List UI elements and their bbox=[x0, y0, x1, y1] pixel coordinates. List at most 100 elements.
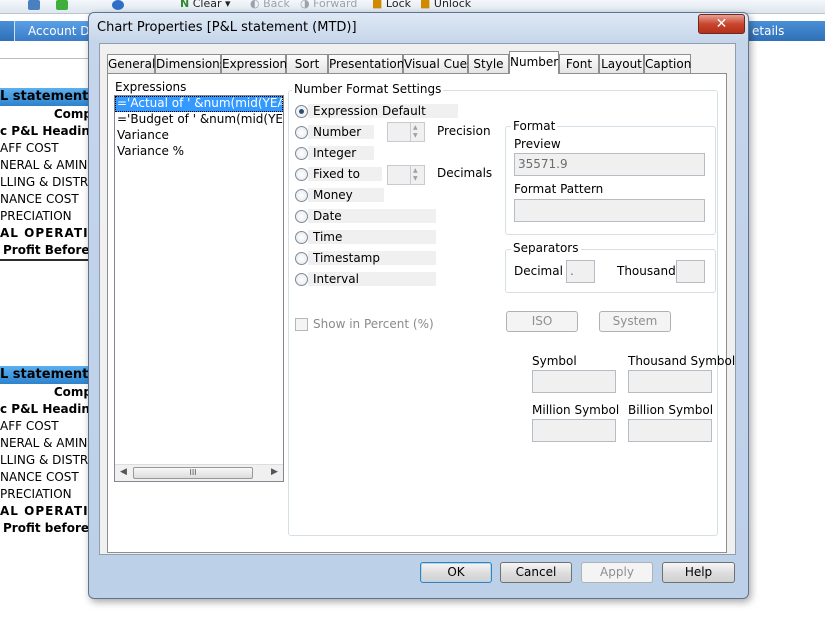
tab-layout[interactable]: Layout bbox=[599, 54, 644, 73]
million-symbol-field[interactable] bbox=[532, 419, 616, 442]
table-row: c P&L Heading bbox=[0, 402, 99, 416]
table-row: AL OPERATIN bbox=[0, 504, 100, 518]
decimal-separator-field[interactable]: . bbox=[566, 260, 595, 283]
sheet-tab-details[interactable]: etails bbox=[752, 24, 784, 38]
forward-button[interactable]: ◑ Forward bbox=[300, 0, 357, 10]
help-button[interactable]: Help bbox=[662, 562, 735, 583]
radio-label: Date bbox=[313, 209, 342, 223]
star-icon[interactable] bbox=[56, 0, 68, 10]
tab-expressions[interactable]: Expressions bbox=[221, 54, 293, 73]
tab-number[interactable]: Number bbox=[509, 51, 559, 74]
radio-button[interactable] bbox=[295, 126, 308, 139]
close-icon: ✕ bbox=[715, 16, 728, 32]
list-item[interactable]: Variance bbox=[115, 128, 283, 144]
sheet-area: L statement ( Comp c P&L Heading AFF COS… bbox=[0, 41, 100, 637]
sheet-tab-account-label: Account Do bbox=[28, 24, 97, 38]
object-border bbox=[0, 259, 100, 261]
show-in-percent-checkbox[interactable] bbox=[295, 318, 308, 331]
system-button[interactable]: System bbox=[599, 311, 671, 332]
radio-button[interactable] bbox=[295, 252, 308, 265]
radio-button[interactable] bbox=[295, 273, 308, 286]
table-row: NANCE COST bbox=[0, 192, 79, 206]
scrollbar-thumb[interactable]: III bbox=[133, 467, 253, 479]
close-button[interactable]: ✕ bbox=[698, 14, 745, 34]
unlock-button[interactable]: ■ Unlock bbox=[420, 0, 471, 10]
radio-button[interactable] bbox=[295, 210, 308, 223]
list-item[interactable]: Variance % bbox=[115, 144, 283, 160]
tab-presentation[interactable]: Presentation bbox=[328, 54, 404, 73]
pl-statement-object-bottom[interactable]: L statement ( Comp c P&L Heading AFF COS… bbox=[0, 366, 100, 537]
tab-sort[interactable]: Sort bbox=[286, 54, 328, 73]
object-title[interactable]: L statement ( bbox=[0, 366, 100, 384]
decimals-label: Decimals bbox=[437, 166, 493, 180]
lock-icon: ■ bbox=[372, 0, 383, 10]
tab-font[interactable]: Font bbox=[559, 54, 599, 73]
radio-button[interactable] bbox=[295, 147, 308, 160]
forward-icon: ◑ bbox=[300, 0, 310, 10]
format-pattern-field[interactable] bbox=[514, 199, 705, 222]
precision-label: Precision bbox=[437, 124, 491, 138]
tab-style[interactable]: Style bbox=[468, 54, 509, 73]
radio-label: Number bbox=[313, 125, 362, 139]
radio-button[interactable] bbox=[295, 231, 308, 244]
horizontal-scrollbar[interactable]: ◀ III ▶ bbox=[115, 464, 283, 481]
spinner-buttons[interactable]: ▲ ▼ bbox=[410, 166, 424, 184]
spin-down-icon[interactable]: ▼ bbox=[413, 175, 418, 183]
symbol-label: Symbol bbox=[532, 354, 577, 368]
iso-button[interactable]: ISO bbox=[506, 311, 578, 332]
decimal-separator-label: Decimal bbox=[514, 264, 563, 278]
table-row: NERAL & AMIN bbox=[0, 158, 88, 172]
number-format-caption: Number Format Settings bbox=[292, 82, 444, 96]
back-button[interactable]: ◐ Back bbox=[250, 0, 290, 10]
thousand-separator-label: Thousand bbox=[617, 264, 676, 278]
lock-button[interactable]: ■ Lock bbox=[372, 0, 411, 10]
precision-spinner[interactable]: ▲ ▼ bbox=[387, 122, 425, 142]
column-header: Comp bbox=[53, 107, 92, 121]
spin-up-icon[interactable]: ▲ bbox=[413, 124, 418, 132]
million-symbol-label: Million Symbol bbox=[532, 403, 620, 417]
decimals-spinner[interactable]: ▲ ▼ bbox=[387, 165, 425, 185]
tab-dimensions[interactable]: Dimensions bbox=[155, 54, 226, 73]
format-pattern-label: Format Pattern bbox=[514, 182, 604, 196]
radio-label: Fixed to bbox=[313, 167, 360, 181]
expressions-list[interactable]: ='Actual of ' &num(mid(YEAR_MON ='Budget… bbox=[114, 95, 284, 482]
clear-button[interactable]: N Clear ▾ bbox=[180, 0, 231, 10]
list-item[interactable]: ='Actual of ' &num(mid(YEAR_MON bbox=[115, 96, 283, 112]
list-item[interactable]: ='Budget of ' &num(mid(YEAR_MON bbox=[115, 112, 283, 128]
scroll-right-icon[interactable]: ▶ bbox=[271, 467, 278, 477]
thousand-symbol-field[interactable] bbox=[628, 370, 712, 393]
thousand-separator-field[interactable] bbox=[676, 260, 705, 283]
lock-label: Lock bbox=[385, 0, 411, 10]
object-title[interactable]: L statement ( bbox=[0, 88, 100, 106]
radio-button[interactable] bbox=[295, 189, 308, 202]
scroll-left-icon[interactable]: ◀ bbox=[120, 467, 127, 477]
radio-button[interactable] bbox=[295, 168, 308, 181]
tab-general[interactable]: General bbox=[107, 54, 155, 73]
unlock-icon: ■ bbox=[420, 0, 431, 10]
help-icon[interactable] bbox=[112, 0, 124, 10]
back-icon: ◐ bbox=[250, 0, 260, 10]
preview-label: Preview bbox=[514, 137, 561, 151]
cancel-button[interactable]: Cancel bbox=[500, 562, 572, 583]
spin-up-icon[interactable]: ▲ bbox=[413, 167, 418, 175]
pl-statement-object-top[interactable]: L statement ( Comp c P&L Heading AFF COS… bbox=[0, 58, 100, 261]
radio-label: Money bbox=[313, 188, 353, 202]
symbol-field[interactable] bbox=[532, 370, 616, 393]
tab-visual-cues[interactable]: Visual Cues bbox=[403, 54, 473, 73]
radio-button[interactable] bbox=[295, 105, 308, 118]
tab-caption[interactable]: Caption bbox=[644, 54, 691, 73]
billion-symbol-field[interactable] bbox=[628, 419, 712, 442]
preview-field: 35571.9 bbox=[514, 153, 705, 176]
table-row: PRECIATION bbox=[0, 209, 72, 223]
apply-button[interactable]: Apply bbox=[581, 562, 653, 583]
column-header: Comp bbox=[53, 385, 92, 399]
number-tab-page: Expressions ='Actual of ' &num(mid(YEAR_… bbox=[107, 73, 735, 553]
table-row: AFF COST bbox=[0, 141, 59, 155]
spin-down-icon[interactable]: ▼ bbox=[413, 132, 418, 140]
object-spacer bbox=[0, 58, 100, 68]
ok-button[interactable]: OK bbox=[420, 562, 492, 583]
chart-icon[interactable] bbox=[28, 0, 40, 10]
format-caption: Format bbox=[511, 119, 558, 133]
spinner-buttons[interactable]: ▲ ▼ bbox=[410, 123, 424, 141]
back-label: Back bbox=[263, 0, 290, 10]
